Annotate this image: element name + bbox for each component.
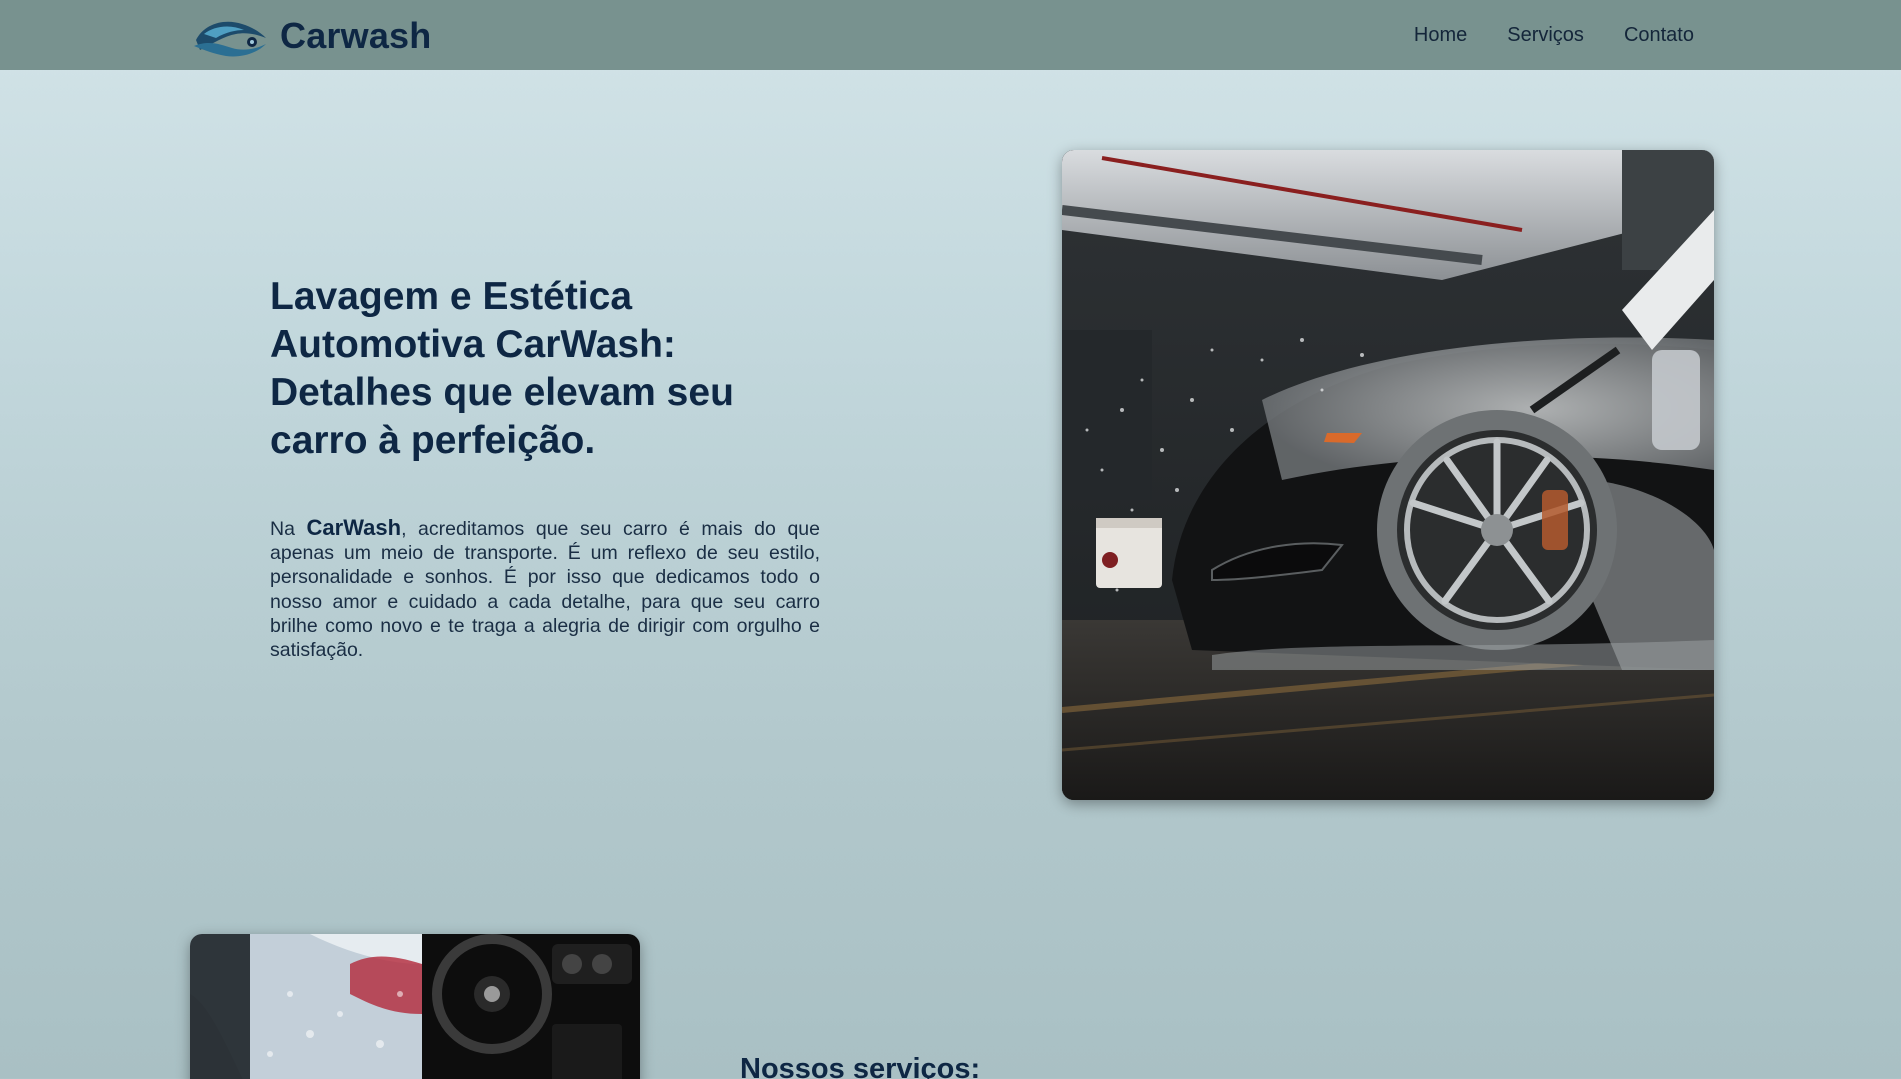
site-header: Carwash Home Serviços Contato (0, 0, 1901, 70)
nav-servicos[interactable]: Serviços (1507, 24, 1584, 47)
hero-car-wash-image (1062, 150, 1714, 800)
car-interior-photo (422, 934, 640, 1079)
car-wave-logo-icon (194, 21, 266, 57)
foam-car-photo (190, 934, 422, 1079)
main-nav: Home Serviços Contato (1414, 0, 1694, 70)
hero-text-brand: CarWash (306, 515, 402, 540)
nav-home[interactable]: Home (1414, 24, 1467, 47)
hero-text: Na CarWash, acreditamos que seu carro é … (270, 515, 820, 662)
services-title: Nossos serviços: (740, 1053, 981, 1079)
brand[interactable]: Carwash (190, 10, 431, 62)
nav-contato[interactable]: Contato (1624, 24, 1694, 47)
hero-title: Lavagem e Estética Automotiva CarWash: D… (270, 275, 734, 462)
brand-name: Carwash (280, 15, 432, 56)
hero-text-prefix: Na (270, 518, 307, 540)
services-image (190, 934, 640, 1079)
